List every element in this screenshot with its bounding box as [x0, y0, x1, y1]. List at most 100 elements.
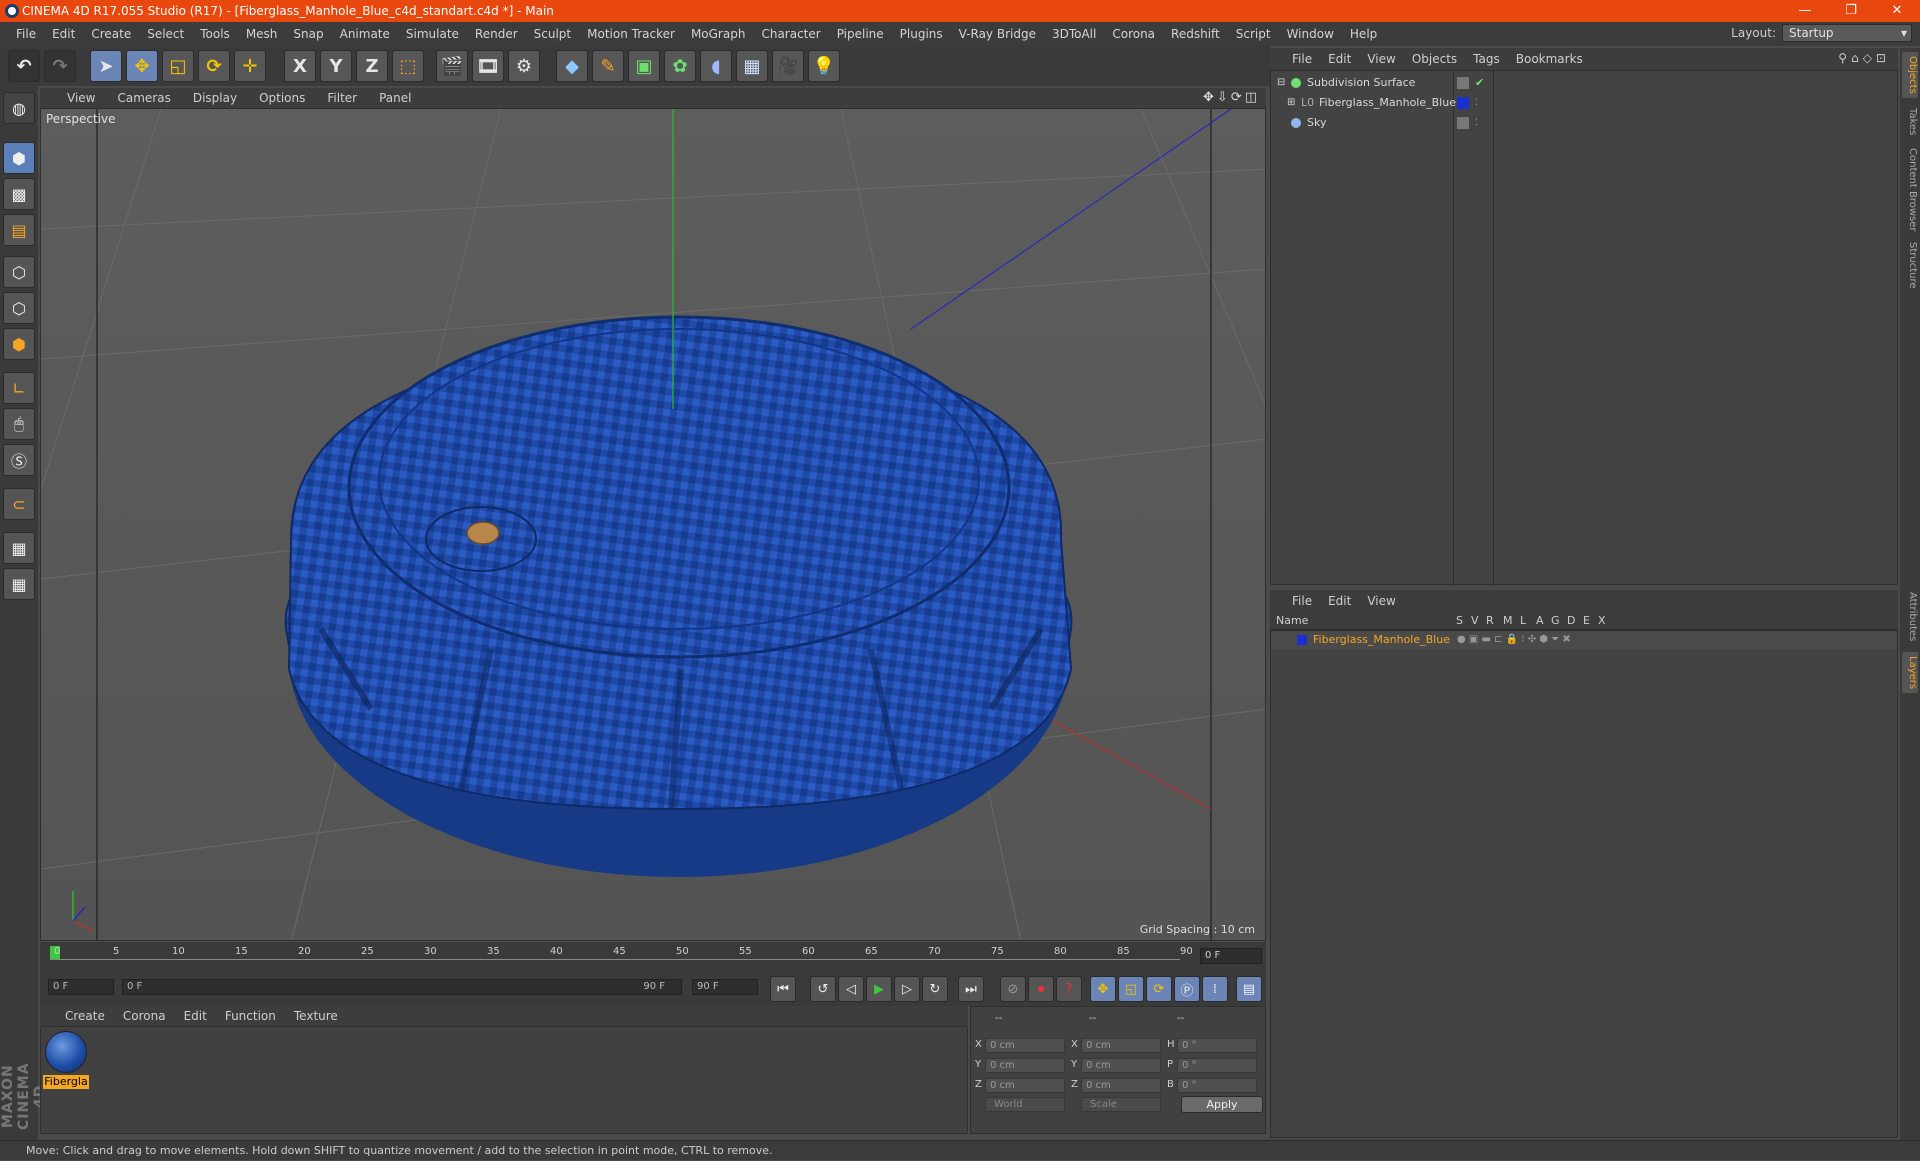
menu-help[interactable]: Help [1342, 27, 1385, 41]
autokey-icon[interactable]: ? [1056, 976, 1082, 1002]
menu-snap[interactable]: Snap [285, 27, 331, 41]
expand-icon[interactable]: ⊞ [1287, 93, 1295, 113]
objects-menu-bookmarks[interactable]: Bookmarks [1508, 52, 1591, 66]
position-x-field[interactable]: 0 cm [985, 1038, 1065, 1053]
material-menu-edit[interactable]: Edit [175, 1009, 216, 1023]
menu-corona[interactable]: Corona [1104, 27, 1163, 41]
tab-structure[interactable]: Structure [1902, 238, 1918, 293]
size-mode-dropdown[interactable]: Scale [1081, 1097, 1161, 1112]
menu-tools[interactable]: Tools [192, 27, 238, 41]
play-icon[interactable]: ▶ [866, 976, 892, 1002]
points-mode-icon[interactable]: ⬡ [3, 256, 35, 288]
objects-menu-objects[interactable]: Objects [1404, 52, 1465, 66]
visibility-toggle[interactable] [1457, 117, 1469, 129]
size-x-field[interactable]: 0 cm [1081, 1038, 1161, 1053]
position-z-field[interactable]: 0 cm [985, 1078, 1065, 1093]
render-view-icon[interactable]: 🎬 [436, 50, 468, 82]
menu-script[interactable]: Script [1228, 27, 1279, 41]
timeline-window-icon[interactable]: ▤ [1236, 976, 1262, 1002]
previous-frame-icon[interactable]: ◁ [838, 976, 864, 1002]
redo-icon[interactable]: ↷ [44, 50, 76, 82]
record-keys-disabled-icon[interactable]: ⊘ [1000, 976, 1026, 1002]
column-render[interactable]: R [1486, 614, 1494, 627]
select-arrow-icon[interactable]: ➤ [90, 50, 122, 82]
preview-range-slider[interactable]: 0 F 90 F [122, 979, 682, 995]
coordinate-system-icon[interactable]: ⬚ [392, 50, 424, 82]
collapse-icon[interactable]: ⊟ [1277, 73, 1285, 93]
menu-window[interactable]: Window [1279, 27, 1342, 41]
menu-character[interactable]: Character [753, 27, 828, 41]
record-active-icon[interactable]: ⏺ [1028, 976, 1054, 1002]
minimize-button[interactable]: — [1782, 0, 1828, 22]
visibility-toggle[interactable] [1457, 77, 1469, 89]
object-row[interactable]: ⊞ L0 Fiberglass_Manhole_Blue ⁚ [1271, 93, 1897, 113]
menu-create[interactable]: Create [83, 27, 139, 41]
column-animation[interactable]: A [1536, 614, 1544, 627]
layer-name[interactable]: Fiberglass_Manhole_Blue [1313, 631, 1450, 649]
objects-menu-tags[interactable]: Tags [1465, 52, 1508, 66]
light-bulb-icon[interactable]: 💡 [808, 50, 840, 82]
key-pla-icon[interactable]: ⁞ [1202, 976, 1228, 1002]
tab-layers[interactable]: Layers [1902, 652, 1918, 694]
next-key-icon[interactable]: ↻ [922, 976, 948, 1002]
current-frame-field[interactable]: 0 F [1200, 948, 1262, 964]
column-expressions[interactable]: E [1583, 614, 1590, 627]
menu-redshift[interactable]: Redshift [1163, 27, 1228, 41]
objects-menu-edit[interactable]: Edit [1320, 52, 1359, 66]
key-rotation-icon[interactable]: ⟳ [1146, 976, 1172, 1002]
material-menu-function[interactable]: Function [216, 1009, 285, 1023]
move-tool-icon[interactable]: ✥ [126, 50, 158, 82]
workplane-mode-icon[interactable]: ▤ [3, 214, 35, 246]
layer-color-swatch[interactable] [1457, 97, 1469, 109]
menu-render[interactable]: Render [467, 27, 526, 41]
layers-menu-edit[interactable]: Edit [1320, 594, 1359, 608]
viewport-menu-options[interactable]: Options [248, 91, 316, 105]
layers-menu-file[interactable]: File [1284, 594, 1320, 608]
key-position-icon[interactable]: ✥ [1090, 976, 1116, 1002]
menu-select[interactable]: Select [139, 27, 192, 41]
y-axis-lock-button[interactable]: Y [320, 50, 352, 82]
floor-grid-icon[interactable]: ▦ [736, 50, 768, 82]
previous-key-icon[interactable]: ↺ [810, 976, 836, 1002]
menu-edit[interactable]: Edit [44, 27, 83, 41]
object-row[interactable]: Sky ⁚ [1271, 113, 1897, 133]
menu-file[interactable]: File [8, 27, 44, 41]
rotation-b-field[interactable]: 0 ° [1177, 1078, 1257, 1093]
scale-tool-icon[interactable]: ◱ [162, 50, 194, 82]
next-frame-icon[interactable]: ▷ [894, 976, 920, 1002]
subdivision-surface-icon[interactable]: ▣ [628, 50, 660, 82]
material-menu-corona[interactable]: Corona [114, 1009, 175, 1023]
material-preview-thumbnail[interactable] [45, 1031, 87, 1073]
layer-color-swatch[interactable] [1297, 635, 1307, 645]
maximize-button[interactable]: ❐ [1828, 0, 1874, 22]
material-menu-create[interactable]: Create [56, 1009, 114, 1023]
rotate-tool-icon[interactable]: ⟳ [198, 50, 230, 82]
layout-dropdown[interactable]: Startup [1782, 24, 1912, 42]
position-y-field[interactable]: 0 cm [985, 1058, 1065, 1073]
axis-mode-icon[interactable]: ∟ [3, 372, 35, 404]
grid-snap-icon[interactable]: ▦ [3, 568, 35, 600]
undo-icon[interactable]: ↶ [8, 50, 40, 82]
rotation-p-field[interactable]: 0 ° [1177, 1058, 1257, 1073]
visibility-dots-icon[interactable]: ⁚ [1475, 113, 1478, 133]
rotation-h-field[interactable]: 0 ° [1177, 1038, 1257, 1053]
close-button[interactable]: ✕ [1874, 0, 1920, 22]
3d-viewport[interactable]: Perspective Grid Spacing : 10 cm [40, 108, 1266, 941]
visibility-dots-icon[interactable]: ⁚ [1475, 93, 1478, 113]
viewport-menu-filter[interactable]: Filter [316, 91, 368, 105]
go-to-end-icon[interactable]: ⏭ [958, 976, 984, 1002]
start-frame-field[interactable]: 0 F [48, 979, 114, 995]
snap-magnet-icon[interactable]: ⊂ [3, 488, 35, 520]
column-locked[interactable]: L [1520, 614, 1526, 627]
go-to-start-icon[interactable]: ⏮ [770, 976, 796, 1002]
timeline-ruler[interactable]: 0 5 10 15 20 25 30 35 40 45 50 55 60 65 … [40, 942, 1266, 970]
apply-button[interactable]: Apply [1181, 1096, 1263, 1113]
material-menu-texture[interactable]: Texture [285, 1009, 347, 1023]
viewport-menu-panel[interactable]: Panel [368, 91, 422, 105]
menu-simulate[interactable]: Simulate [398, 27, 467, 41]
coordinate-system-dropdown[interactable]: World [985, 1097, 1065, 1112]
objects-menu-file[interactable]: File [1284, 52, 1320, 66]
tab-content-browser[interactable]: Content Browser [1902, 144, 1918, 235]
tab-takes[interactable]: Takes [1902, 104, 1918, 139]
key-scale-icon[interactable]: ◱ [1118, 976, 1144, 1002]
